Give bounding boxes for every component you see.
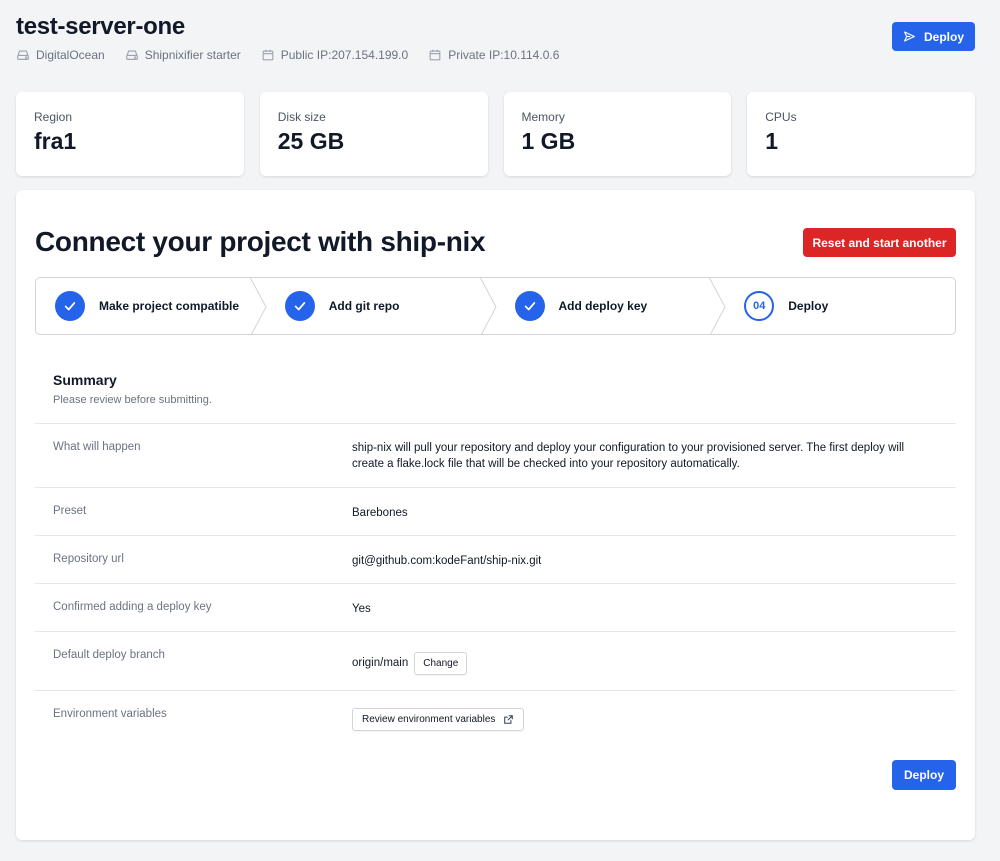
summary-row-repository-url: Repository url git@github.com:kodeFant/s… [35,536,956,584]
reset-button[interactable]: Reset and start another [803,228,956,257]
stat-value: fra1 [34,128,77,154]
row-label: Default deploy branch [53,649,165,661]
server-meta: DigitalOcean Shipnixifier starter Public… [16,48,975,62]
step-label: Add deploy key [558,299,648,313]
summary-title: Summary [53,372,117,388]
row-value: git@github.com:kodeFant/ship-nix.git [352,555,542,567]
stat-value: 1 GB [521,128,576,154]
stat-cpus: CPUs 1 [747,92,975,176]
meta-template: Shipnixifier starter [125,48,241,62]
row-label: Environment variables [53,708,167,720]
step-add-deploy-key[interactable]: Add deploy key [496,278,726,334]
stat-region: Region fra1 [16,92,244,176]
check-icon [524,302,535,311]
row-value: origin/main Change [352,632,938,690]
row-value: Yes [352,603,371,615]
meta-private-ip: Private IP:10.114.0.6 [428,48,559,62]
check-icon [294,302,305,311]
row-value: Barebones [352,507,408,519]
step-separator [249,278,267,334]
calendar-icon [262,49,274,61]
stat-memory: Memory 1 GB [503,92,732,176]
meta-template-text: Shipnixifier starter [144,48,241,62]
section-title: Connect your project with ship-nix [35,226,486,257]
summary-section: Summary Please review before submitting.… [35,366,956,751]
send-icon [904,31,915,42]
step-label: Add git repo [328,299,400,313]
row-label: What will happen [53,441,141,453]
step-complete-indicator [514,291,545,321]
row-label: Preset [53,505,87,517]
meta-provider: DigitalOcean [16,48,105,62]
step-current-indicator: 04 [744,291,775,321]
deploy-button-top[interactable]: Deploy [892,22,975,51]
deploy-button-bottom[interactable]: Deploy [892,760,956,790]
connect-project-card: Connect your project with ship-nix Reset… [16,190,975,840]
summary-row-env-vars: Environment variables Review environment… [35,691,956,751]
step-label: Make project compatible [99,299,240,313]
row-label: Repository url [53,553,124,565]
meta-private-ip-text: Private IP:10.114.0.6 [448,48,560,62]
step-complete-indicator [55,291,85,321]
change-branch-button[interactable]: Change [414,652,468,675]
summary-subtitle: Please review before submitting. [53,394,212,406]
row-value: ship-nix will pull your repository and d… [352,442,905,470]
step-complete-indicator [284,291,315,321]
stat-disk-size: Disk size 25 GB [259,92,488,176]
step-deploy[interactable]: 04 Deploy [725,278,955,334]
step-make-compatible[interactable]: Make project compatible [36,278,267,334]
stat-label: CPUs [765,110,797,124]
server-icon [17,50,29,60]
row-value: Review environment variables [352,691,938,751]
check-icon [64,302,76,311]
review-env-vars-label: Review environment variables [362,714,496,725]
progress-steps: Make project compatible Add git repo Add… [35,277,956,335]
stat-label: Memory [521,110,565,124]
meta-provider-text: DigitalOcean [36,48,105,62]
meta-public-ip: Public IP:207.154.199.0 [261,48,408,62]
deploy-button-top-label: Deploy [923,29,964,44]
page-header: test-server-one DigitalOcean Shipnixifie… [16,12,975,68]
row-label: Confirmed adding a deploy key [53,601,212,613]
summary-row-preset: Preset Barebones [35,488,956,536]
external-link-icon [504,715,514,724]
summary-header: Summary Please review before submitting. [35,366,956,424]
step-add-git-repo[interactable]: Add git repo [266,278,497,334]
step-separator [709,278,726,334]
stat-value: 25 GB [277,128,345,154]
step-label: Deploy [788,299,829,313]
server-icon [125,50,138,60]
stat-value: 1 [765,128,779,154]
review-env-vars-button[interactable]: Review environment variables [352,708,525,731]
page-title: test-server-one [16,13,185,40]
calendar-icon [429,49,441,61]
stat-label: Disk size [277,110,326,124]
stat-label: Region [34,110,73,124]
summary-row-what-will-happen: What will happen ship-nix will pull your… [35,424,956,488]
stats-row: Region fra1 Disk size 25 GB Memory 1 GB … [16,92,975,176]
step-separator [479,278,497,334]
summary-row-deploy-key: Confirmed adding a deploy key Yes [35,584,956,632]
branch-value: origin/main [352,657,409,669]
meta-public-ip-text: Public IP:207.154.199.0 [280,48,409,62]
summary-row-deploy-branch: Default deploy branch origin/main Change [35,632,956,691]
